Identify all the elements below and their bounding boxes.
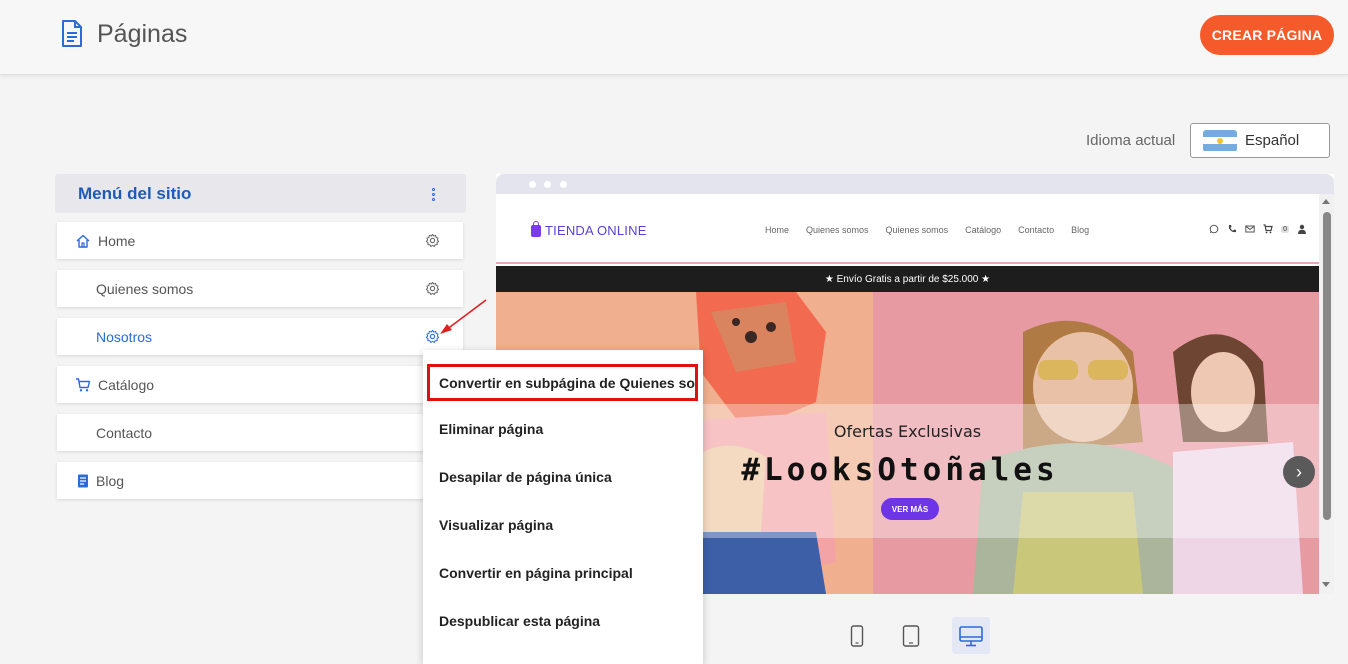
menu-item-label: Blog (96, 473, 125, 489)
convert-to-subpage-option[interactable]: Convertir en subpágina de Quienes so... (427, 364, 698, 401)
mail-icon[interactable] (1245, 224, 1255, 234)
preview-nav-home[interactable]: Home (765, 225, 789, 235)
argentina-flag-icon (1203, 129, 1237, 152)
language-value: Español (1245, 132, 1300, 149)
mobile-icon (850, 624, 864, 647)
store-logo[interactable]: TIENDA ONLINE (531, 220, 647, 238)
menu-item-label: Nosotros (96, 329, 153, 345)
phone-icon[interactable] (1227, 224, 1237, 234)
mobile-view-button[interactable] (838, 617, 876, 654)
create-page-button[interactable]: CREAR PÁGINA (1200, 15, 1334, 55)
more-options-icon[interactable] (432, 188, 436, 201)
site-menu-header: Menú del sitio (55, 174, 466, 213)
preview-nav-catalogo[interactable]: Catálogo (965, 225, 1001, 235)
preview-nav: Home Quienes somos Quienes somos Catálog… (765, 225, 1106, 235)
device-toggle-group (838, 617, 998, 655)
menu-item-contacto[interactable]: Contacto (57, 414, 463, 451)
menu-item-label: Home (98, 233, 136, 249)
menu-item-home[interactable]: Home (57, 222, 463, 259)
menu-item-catalogo[interactable]: Catálogo (57, 366, 463, 403)
page-document-icon (62, 20, 82, 47)
site-menu-title: Menú del sitio (78, 183, 192, 203)
store-logo-text: TIENDA ONLINE (545, 223, 647, 238)
unstack-single-page-option[interactable]: Desapilar de página única (423, 453, 703, 501)
preview-site-header: TIENDA ONLINE Home Quienes somos Quienes… (496, 194, 1319, 264)
annotation-arrow-icon (440, 299, 487, 334)
scroll-up-icon[interactable] (1322, 199, 1330, 204)
preview-nav-blog[interactable]: Blog (1071, 225, 1089, 235)
hide-page-option[interactable]: Ocultar página (423, 645, 703, 664)
hero-cta-button[interactable]: VER MÁS (881, 498, 939, 520)
language-select[interactable]: Español (1190, 123, 1330, 158)
menu-item-label: Quienes somos (96, 281, 194, 297)
menu-item-label: Contacto (96, 425, 153, 441)
promo-banner: ★ Envío Gratis a partir de $25.000 ★ (496, 266, 1319, 292)
user-icon[interactable] (1297, 224, 1307, 234)
cart-icon (76, 378, 91, 392)
site-menu-panel: Menú del sitio Home Quienes somos Nosotr… (55, 174, 466, 499)
gear-icon[interactable] (425, 281, 440, 296)
page-options-menu: Convertir en subpágina de Quienes so... … (423, 350, 703, 664)
page-title: Páginas (97, 20, 188, 48)
document-icon (78, 474, 88, 488)
view-page-option[interactable]: Visualizar página (423, 501, 703, 549)
scroll-down-icon[interactable] (1322, 582, 1330, 587)
cart-icon[interactable] (1263, 224, 1273, 234)
browser-bar (496, 174, 1334, 194)
preview-header-icons: 0 (1209, 224, 1307, 234)
chevron-right-icon[interactable]: › (1283, 456, 1315, 488)
preview-nav-quienes-somos-2[interactable]: Quienes somos (886, 225, 949, 235)
menu-item-label: Catálogo (98, 377, 155, 393)
convert-to-main-page-option[interactable]: Convertir en página principal (423, 549, 703, 597)
tablet-view-button[interactable] (892, 617, 930, 654)
tablet-icon (902, 624, 920, 647)
top-bar: Páginas CREAR PÁGINA (0, 0, 1348, 75)
preview-scrollbar[interactable] (1319, 194, 1334, 594)
shopping-bag-icon (531, 220, 541, 237)
cart-count-badge: 0 (1281, 225, 1289, 233)
language-label: Idioma actual (1086, 132, 1176, 149)
scroll-thumb[interactable] (1323, 212, 1331, 520)
preview-nav-quienes-somos[interactable]: Quienes somos (806, 225, 869, 235)
gear-icon[interactable] (425, 233, 440, 248)
menu-item-quienes-somos[interactable]: Quienes somos (57, 270, 463, 307)
menu-item-blog[interactable]: Blog (57, 462, 463, 499)
whatsapp-icon[interactable] (1209, 224, 1219, 234)
desktop-icon (959, 625, 983, 646)
desktop-view-button[interactable] (952, 617, 990, 654)
menu-item-nosotros[interactable]: Nosotros (57, 318, 463, 355)
delete-page-option[interactable]: Eliminar página (423, 405, 703, 453)
preview-nav-contacto[interactable]: Contacto (1018, 225, 1054, 235)
home-icon (76, 234, 90, 248)
unpublish-page-option[interactable]: Despublicar esta página (423, 597, 703, 645)
